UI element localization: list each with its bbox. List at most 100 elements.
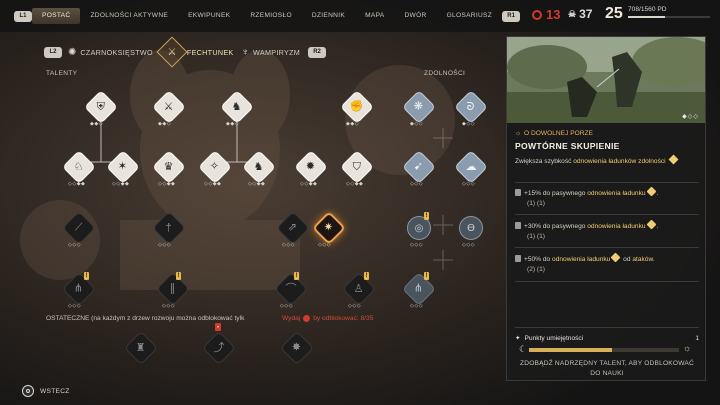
l2-key-hint: L2 <box>44 46 62 58</box>
wolf-icon: ♘ <box>74 160 84 173</box>
level-highlight: odnowienia ładunku <box>587 223 646 230</box>
slash-icon: ⟋ <box>75 221 83 234</box>
tab-equipment[interactable]: EKWIPUNEK <box>178 8 240 24</box>
level-mid: od <box>621 256 633 263</box>
ultimate-label: OSTATECZNE (na każdym z drzew rozwoju mo… <box>46 315 245 322</box>
talent-description: Zwiększa szybkość odnowienia ładunków zd… <box>515 154 699 167</box>
sun-icon: ☼ <box>683 343 692 353</box>
desc-highlight: odnowienia ładunków zdolności <box>573 158 666 165</box>
vampirism-icon: ♆ <box>241 46 250 58</box>
divider <box>515 214 699 215</box>
shield-icon: ⛨ <box>96 100 106 113</box>
talent-detail-panel: ◆◇◇ ☼ O DOWOLNEJ PORZE POWTÓRNE SKUPIENI… <box>506 36 706 381</box>
blood-stat: 13 <box>532 7 560 22</box>
claw-icon: ⋔ <box>74 282 84 295</box>
xp-progress-fill <box>628 16 666 18</box>
level-end: . <box>656 190 659 197</box>
character-level: 25 <box>605 5 623 22</box>
tab-sorcery[interactable]: ✺ CZARNOKSIĘSTWO <box>68 47 153 58</box>
charge-icon <box>646 219 656 230</box>
wind-icon: ❋ <box>414 100 424 113</box>
skull-value: 37 <box>579 7 593 21</box>
blood-drop-icon <box>532 9 542 20</box>
skill-points-icon: ✦ <box>515 335 521 342</box>
image-page-dots: ◆◇◇ <box>682 114 699 120</box>
sorcery-icon: ✺ <box>68 46 77 58</box>
crown-icon: ♛ <box>164 160 174 173</box>
armor-icon: ⛉ <box>352 160 362 173</box>
talent-level-2: +30% do pasywnego odnowienia ładunku. (1… <box>515 219 699 242</box>
ability-rank-pips: ◇◇◇ <box>410 303 424 309</box>
tab-vampirism-label: WAMPIRYZM <box>253 47 301 57</box>
main-tabs: L1 POSTAĆ ZDOLNOŚCI AKTYWNE EKWIPUNEK RZ… <box>14 8 521 24</box>
fist-icon: ✊ <box>350 100 364 113</box>
tab-court[interactable]: DWÓR <box>395 8 437 24</box>
ability-rank-pips: ◇◇◇ <box>462 181 476 187</box>
talent-illustration: ◆◇◇ <box>507 37 705 123</box>
talent-timing-tag: ☼ O DOWOLNEJ PORZE <box>515 130 593 137</box>
tab-journal[interactable]: DZIENNIK <box>302 8 355 24</box>
sword-icon: ⚔ <box>164 100 174 113</box>
level-cost: (1) (1) <box>527 200 545 207</box>
level-text: +15% do pasywnego <box>524 190 588 197</box>
skill-points-label: Punkty umiejętności <box>524 334 584 342</box>
level-highlight: odnowienia ładunku <box>552 256 611 263</box>
star-icon: ✸ <box>292 341 302 354</box>
ability-node-locked[interactable]: ϴ <box>459 216 483 240</box>
tab-active-skills[interactable]: ZDOLNOŚCI AKTYWNE <box>80 8 178 24</box>
xp-progress-bar <box>628 16 710 18</box>
tab-character[interactable]: POSTAĆ <box>32 8 81 24</box>
talent-rank-pips: ◇◇◇ <box>280 303 294 309</box>
talent-title: POWTÓRNE SKUPIENIE <box>515 141 620 151</box>
divider <box>515 327 699 328</box>
talent-rank-pips: ◇◇◆◆ <box>112 181 130 187</box>
divider <box>515 182 699 183</box>
unlock-cost-text: by odblokować: 8/35 <box>313 315 374 322</box>
talent-rank-pips: ◇◇◇ <box>158 242 172 248</box>
talent-rank-pips: ◇◇◇ <box>348 303 362 309</box>
tab-fencing[interactable]: ⚔ FECHTUNEK <box>156 36 234 68</box>
tab-crafting[interactable]: RZEMIOSŁO <box>240 8 302 24</box>
tab-glossary[interactable]: GLOSARIUSZ <box>437 8 503 24</box>
tab-vampirism[interactable]: ♆ WAMPIRYZM <box>242 47 301 58</box>
skill-progress-fill <box>529 348 612 352</box>
warning-icon: ! <box>294 272 299 280</box>
talent-rank-pips: ◇◇◇ <box>68 242 82 248</box>
spend-points-hint: Wydaj by odblokować: 8/35 <box>282 315 373 322</box>
bird-icon: ⌒ <box>285 282 297 295</box>
skill-progress-bar <box>529 348 679 352</box>
talent-rank-pips: ◇◇◆◆ <box>346 181 364 187</box>
talent-rank-pips: ◇◇◇ <box>318 242 332 248</box>
strike-icon: ✶ <box>118 160 128 173</box>
talents-heading: TALENTY <box>46 70 78 77</box>
talent-rank-pips: ◇◇◆◆ <box>204 181 222 187</box>
talent-rank-pips: ◇◇◆◆ <box>248 181 266 187</box>
dagger-icon: † <box>165 221 173 234</box>
fencing-icon: ⚔ <box>156 36 188 68</box>
blade-icon: ✧ <box>210 160 220 173</box>
talent-rank-pips: ◇◇◆◆ <box>68 181 86 187</box>
back-button[interactable]: WSTECZ <box>22 385 70 397</box>
ability-rank-pips: ◇◇◇ <box>462 242 476 248</box>
talent-level-1: +15% do pasywnego odnowienia ładunku. (1… <box>515 186 699 209</box>
lock-icon <box>515 189 521 196</box>
sun-moon-icon: ☼ <box>515 130 522 137</box>
pillar-icon: ∥ <box>170 282 176 295</box>
level-text: +50% do <box>524 256 553 263</box>
charge-icon <box>669 154 679 165</box>
tab-fencing-label: FECHTUNEK <box>186 47 234 57</box>
back-label: WSTECZ <box>40 387 70 395</box>
talent-timing-text: O DOWOLNEJ PORZE <box>524 130 593 137</box>
tab-map[interactable]: MAPA <box>355 8 394 24</box>
spend-label: Wydaj <box>282 315 301 322</box>
talent-rank-pips: ◇◇◆◆ <box>300 181 318 187</box>
spear-icon: ⇗ <box>288 221 298 234</box>
abilities-heading: ZDOLNOŚCI <box>424 70 466 77</box>
level-text: +30% do pasywnego <box>524 223 588 230</box>
rune-icon: ϴ <box>467 222 475 234</box>
unlock-requirement: ZDOBĄDŹ NADRZĘDNY TALENT, ABY ODBLOKOWAĆ… <box>520 360 694 377</box>
lock-icon: ⁃ <box>215 323 221 331</box>
spiral-icon: ᘐ <box>467 100 475 113</box>
top-navigation-bar: L1 POSTAĆ ZDOLNOŚCI AKTYWNE EKWIPUNEK RZ… <box>0 0 720 32</box>
level-highlight-2: ataków <box>632 256 653 263</box>
